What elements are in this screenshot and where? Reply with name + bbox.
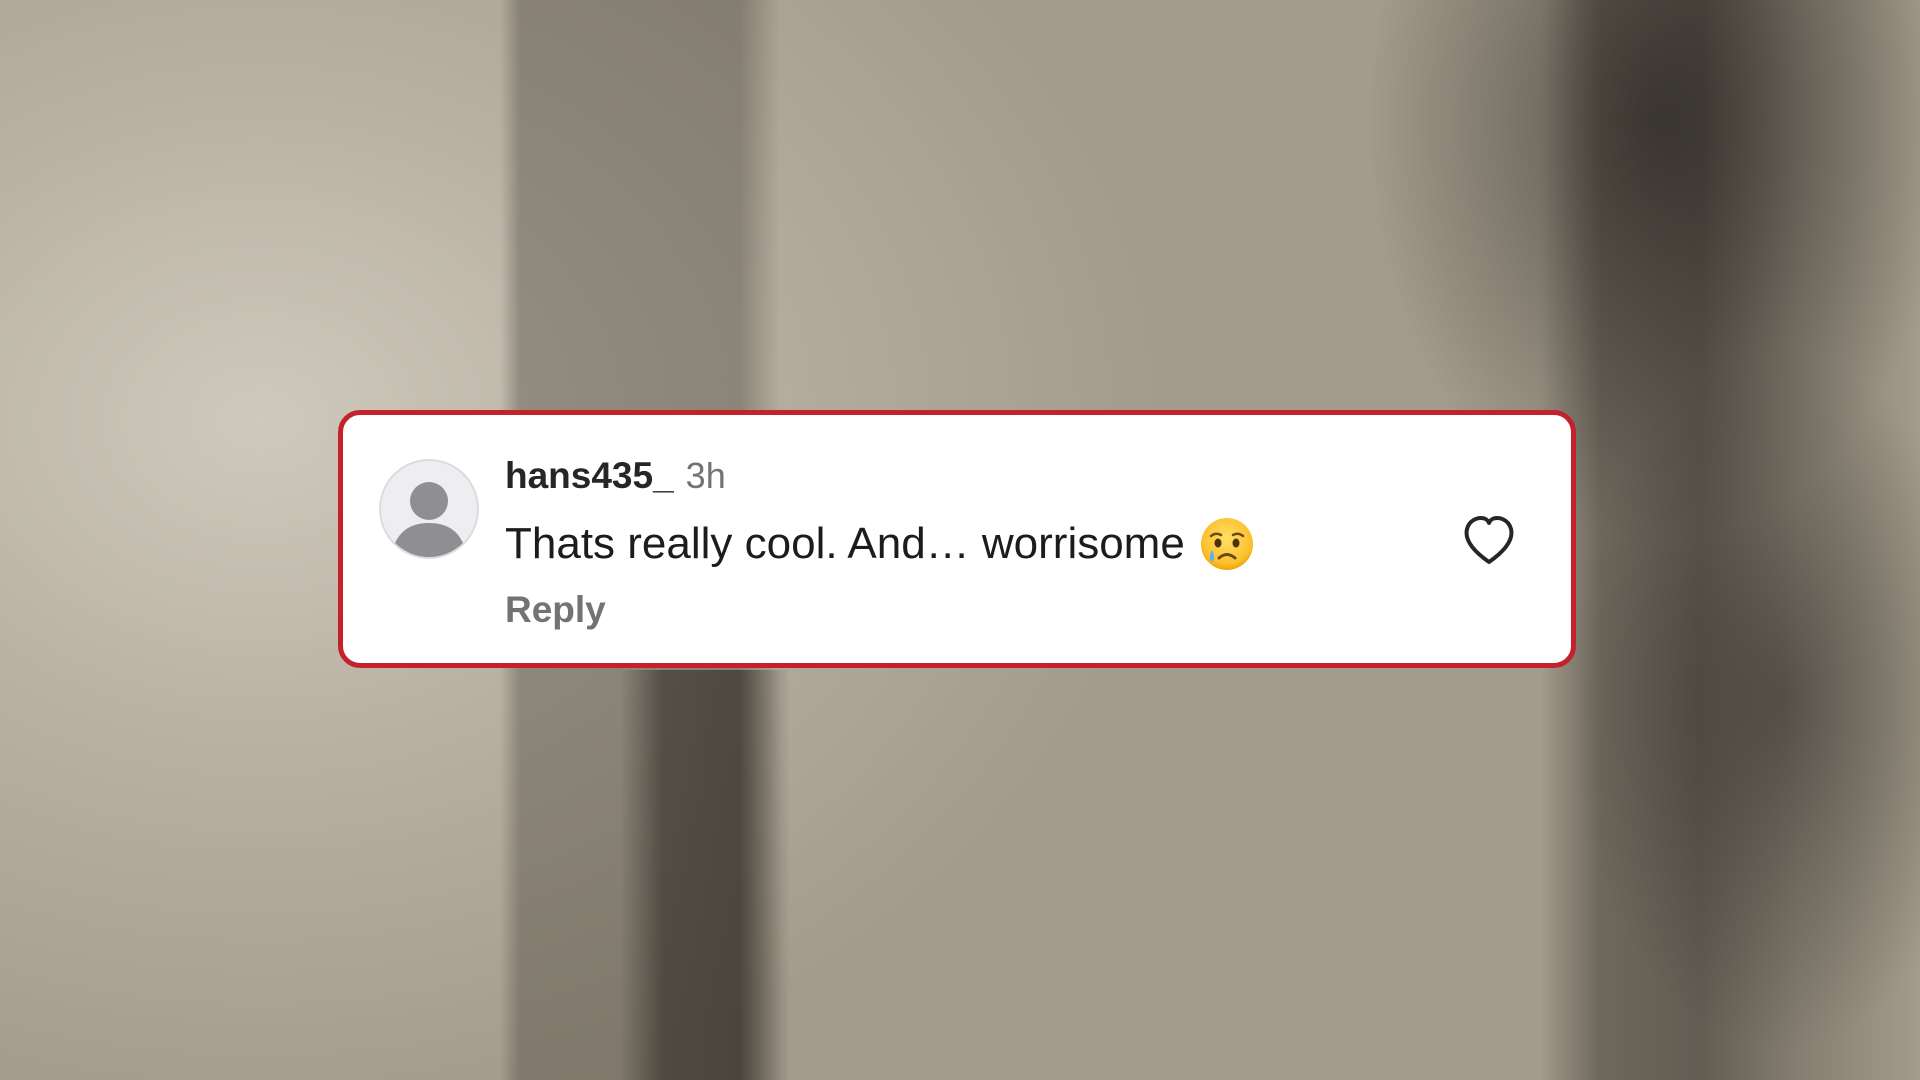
comment-text-line: Thats really cool. And… worrisome	[505, 513, 1451, 575]
comment-meta: hans435_ 3h	[505, 455, 1451, 505]
comment-body: hans435_ 3h Thats really cool. And… worr…	[505, 455, 1451, 631]
comment-card: hans435_ 3h Thats really cool. And… worr…	[338, 410, 1576, 668]
heart-outline-icon	[1464, 516, 1514, 564]
username[interactable]: hans435_	[505, 455, 674, 497]
reply-button[interactable]: Reply	[505, 589, 606, 631]
default-user-avatar-icon	[391, 482, 467, 557]
timestamp: 3h	[685, 455, 726, 496]
like-button[interactable]	[1461, 515, 1517, 567]
user-avatar-icon[interactable]	[379, 459, 479, 559]
crying-face-emoji-icon	[1200, 518, 1253, 570]
comment-text: Thats really cool. And… worrisome	[505, 519, 1185, 568]
background-texture	[620, 670, 790, 1080]
